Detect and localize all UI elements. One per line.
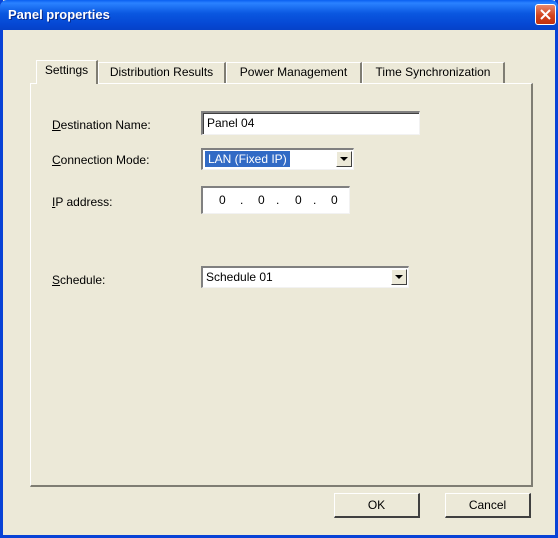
chevron-down-icon[interactable] [336,151,352,167]
tab-settings-label: Settings [44,63,89,77]
ip-address-field[interactable]: 0 . 0 . 0 . 0 [201,186,350,214]
close-button[interactable] [535,4,556,25]
ip-octet-3: 0 [295,193,302,207]
ip-dot-1: . [240,193,244,207]
ip-octet-2: 0 [258,193,265,207]
tab-time-synchronization-label: Time Synchronization [375,65,491,79]
schedule-label: Schedule: [52,273,106,287]
chevron-down-icon[interactable] [391,269,407,285]
schedule-select[interactable]: Schedule 01 [201,266,409,288]
ip-dot-3: . [313,193,317,207]
connection-mode-select[interactable]: LAN (Fixed IP) [201,148,354,170]
destination-name-value: Panel 04 [207,116,255,130]
ok-button-label: OK [367,498,386,512]
tab-time-synchronization[interactable]: Time Synchronization [362,62,505,83]
ip-octet-1: 0 [219,193,226,207]
title-bar[interactable]: Panel properties [0,0,558,30]
connection-mode-value: LAN (Fixed IP) [205,151,290,167]
cancel-button[interactable]: Cancel [445,493,531,518]
close-icon [540,9,551,20]
ok-button[interactable]: OK [334,493,420,518]
ip-dot-2: . [276,193,280,207]
destination-name-field[interactable]: Panel 04 [201,111,420,135]
tab-settings[interactable]: Settings [36,60,98,84]
destination-name-label: Destination Name: [52,118,151,132]
panel-properties-dialog: Panel properties Settings Distribution R… [0,0,558,538]
connection-mode-label: Connection Mode: [52,153,150,167]
tab-distribution-results-label: Distribution Results [109,65,214,79]
window-title: Panel properties [8,7,110,22]
tab-distribution-results[interactable]: Distribution Results [98,62,226,83]
tab-power-management[interactable]: Power Management [226,62,362,83]
cancel-button-label: Cancel [468,498,507,512]
schedule-value: Schedule 01 [206,270,273,284]
ip-address-label: IP address: [52,195,113,209]
ip-octet-4: 0 [331,193,338,207]
tab-power-management-label: Power Management [239,65,348,79]
